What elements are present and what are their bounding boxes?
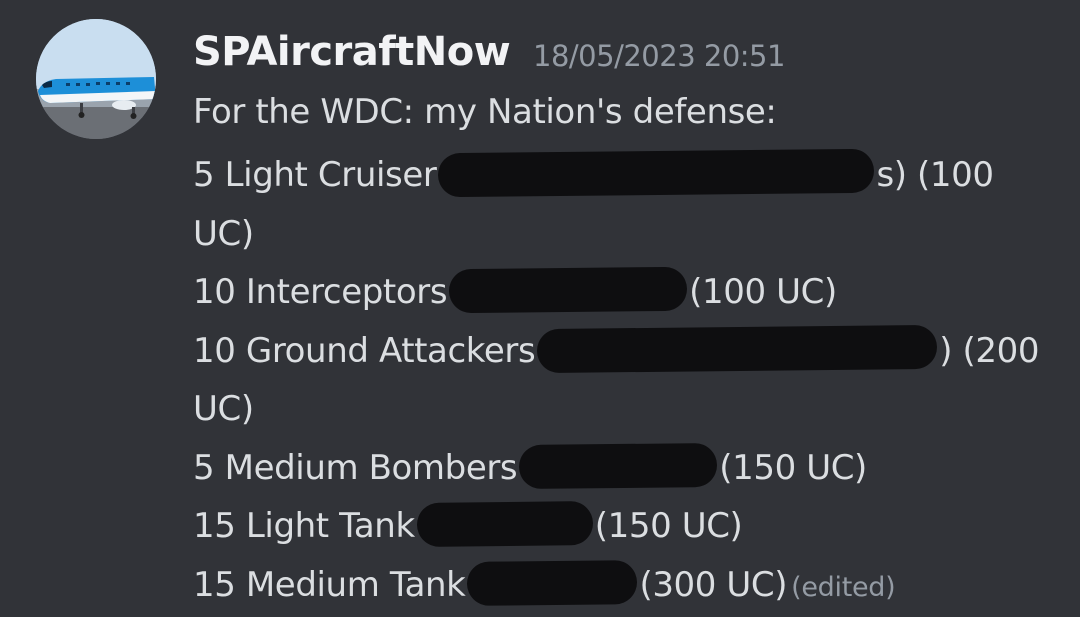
chat-message: SPAircraftNow 18/05/2023 20:51 For the W…	[0, 0, 1080, 617]
line-text: 15 Light Tank	[193, 506, 415, 546]
line-text: 15 Medium Tank	[193, 564, 466, 605]
message-line: 5 Medium Bombers (150 UC)	[193, 439, 1063, 498]
message-timestamp[interactable]: 18/05/2023 20:51	[533, 36, 785, 76]
line-text: 5 Medium Bombers	[193, 447, 518, 488]
line-text: (150 UC)	[594, 506, 743, 546]
line-text: (150 UC)	[719, 447, 867, 488]
line-text: 10 Ground Attackers	[193, 330, 536, 371]
redaction-mark	[438, 148, 875, 198]
airplane-avatar-icon	[36, 19, 156, 139]
redaction-mark	[467, 559, 638, 606]
message-intro: For the WDC: my Nation's defense:	[193, 92, 777, 132]
line-text: 5 Light Cruiser	[193, 155, 437, 195]
message-line: 15 Medium Tank (300 UC) (edited)	[193, 556, 1063, 617]
redaction-mark	[519, 442, 718, 489]
redaction-mark	[448, 266, 688, 314]
redaction-mark	[416, 501, 593, 547]
message-line: 10 Ground Attackers) (200 UC)	[193, 322, 1063, 439]
user-avatar[interactable]	[36, 19, 156, 139]
redaction-mark	[537, 324, 938, 373]
line-text: 10 Interceptors	[193, 272, 448, 312]
line-text: (100 UC)	[689, 272, 837, 312]
edited-label: (edited)	[791, 571, 896, 603]
message-line: 10 Interceptors (100 UC)	[193, 263, 1063, 322]
message-line: 15 Light Tank (150 UC)	[193, 497, 1063, 556]
message-line: 5 Light Cruiser s) (100 UC)	[193, 146, 1063, 263]
line-text: (300 UC)	[639, 564, 788, 605]
message-author[interactable]: SPAircraftNow	[193, 26, 511, 78]
message-content: For the WDC: my Nation's defense: 5 Ligh…	[193, 86, 1063, 617]
